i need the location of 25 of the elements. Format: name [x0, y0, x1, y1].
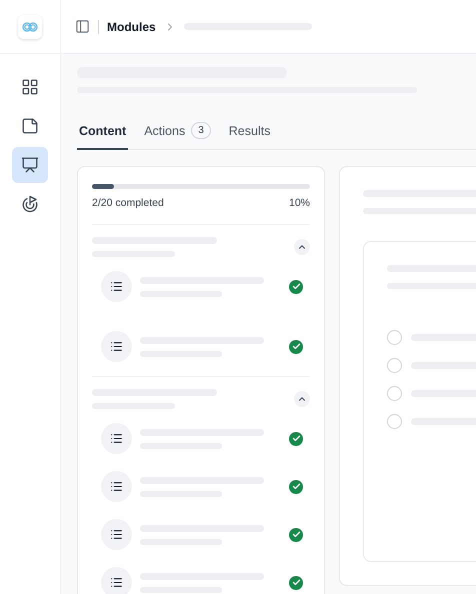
- list-icon: [101, 331, 132, 362]
- target-icon: [21, 195, 39, 213]
- collapse-button[interactable]: [294, 239, 310, 255]
- sidebar-toggle-icon[interactable]: [75, 19, 90, 34]
- tab[interactable]: Actions 3: [142, 116, 213, 150]
- presentation-icon: [21, 156, 39, 174]
- app-logo: [18, 14, 42, 38]
- nav-button[interactable]: [12, 147, 48, 183]
- collapse-button[interactable]: [294, 391, 310, 407]
- tab[interactable]: Results: [226, 116, 272, 150]
- list-icon: [101, 519, 132, 550]
- list-icon: [101, 423, 132, 454]
- progress-summary: 2/20 completed: [92, 197, 164, 209]
- radio-button[interactable]: [387, 358, 402, 373]
- count-badge: 3: [191, 122, 211, 139]
- radio-button[interactable]: [387, 386, 402, 401]
- tab[interactable]: Content: [77, 116, 128, 150]
- list-icon: [101, 471, 132, 502]
- progress-percent: 10%: [288, 197, 310, 209]
- radio-button[interactable]: [387, 414, 402, 429]
- breadcrumb-item[interactable]: Modules: [107, 20, 156, 34]
- radio-button[interactable]: [387, 330, 402, 345]
- note-icon: [21, 117, 39, 135]
- grid-icon: [21, 78, 39, 96]
- list-icon: [101, 271, 132, 302]
